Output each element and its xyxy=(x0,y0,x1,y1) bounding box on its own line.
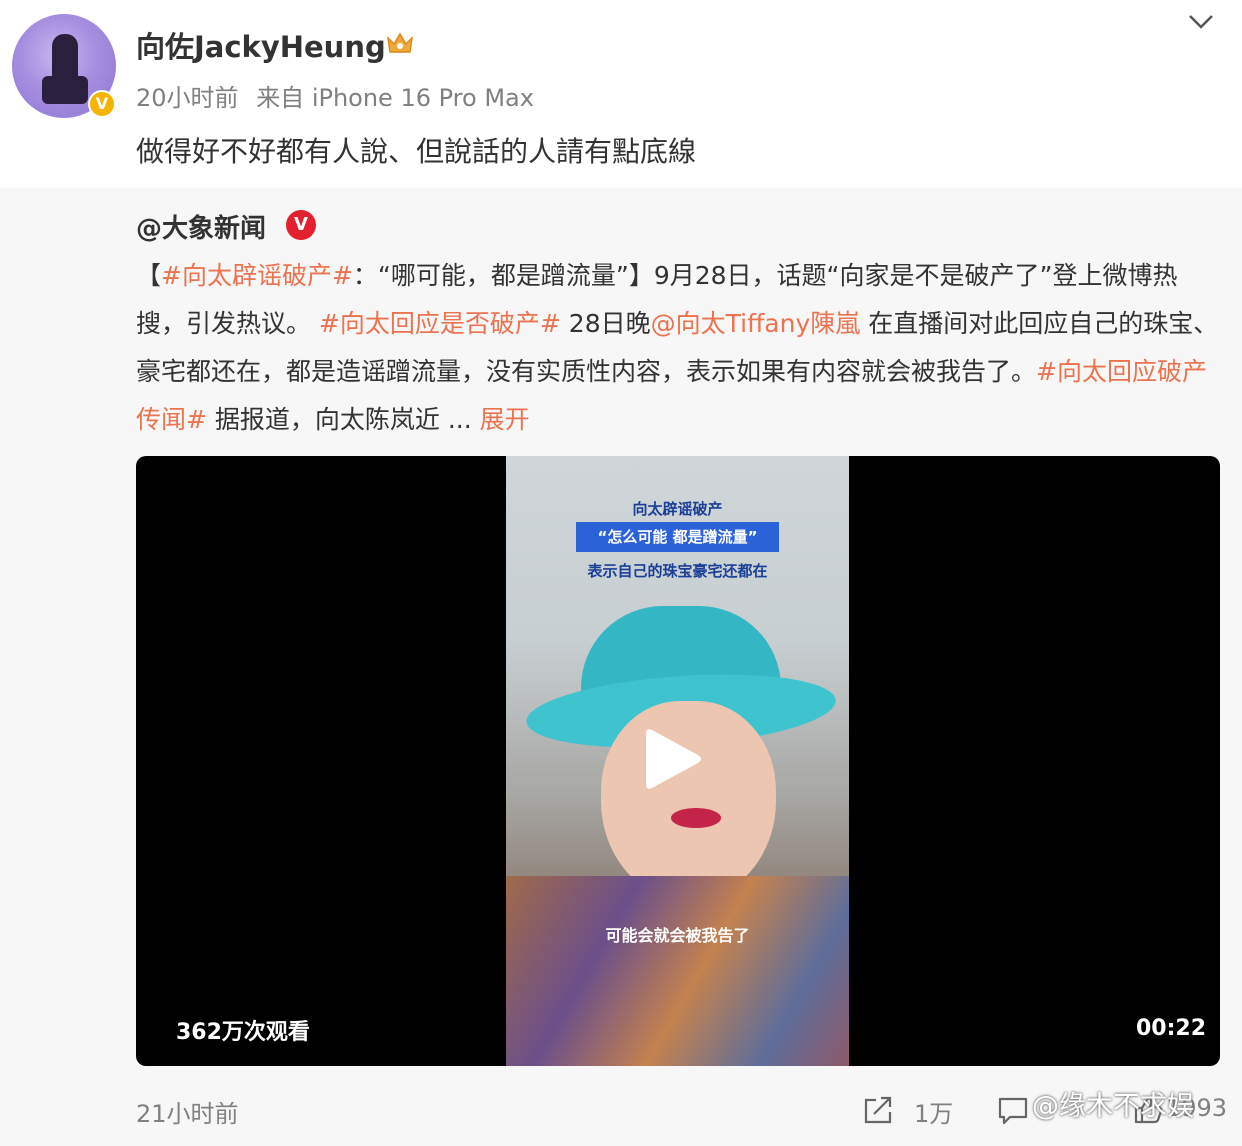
post-time: 20小时前 xyxy=(136,84,239,112)
chevron-down-icon[interactable] xyxy=(1186,10,1216,34)
video-subtitle: 可能会就会被我告了 xyxy=(605,926,750,945)
body-text: 据报道，向太陈岚近 ... xyxy=(206,405,480,434)
repost-card: @大象新闻 V 【#向太辟谣破产#：“哪可能，都是蹭流量”】9月28日，话题“向… xyxy=(0,188,1242,1146)
body-bracket: 【 xyxy=(136,261,162,290)
video-caption-quote: “怎么可能 都是蹭流量” xyxy=(576,522,779,552)
expand-link[interactable]: 展开 xyxy=(480,405,530,434)
repost-time: 21小时前 xyxy=(136,1100,239,1128)
share-count: 1万 xyxy=(914,1100,954,1128)
crown-icon xyxy=(386,32,414,53)
post-text: 做得好不好都有人說、但說話的人請有點底線 xyxy=(136,135,697,168)
play-icon[interactable] xyxy=(640,724,704,794)
video-dress xyxy=(506,876,849,1066)
share-icon[interactable] xyxy=(862,1094,894,1126)
mention-link[interactable]: @向太Tiffany陳嵐 xyxy=(651,309,861,338)
video-duration: 00:22 xyxy=(1136,1016,1207,1041)
video-caption-sub: 表示自己的珠宝豪宅还都在 xyxy=(587,562,768,580)
video-views: 362万次观看 xyxy=(176,1020,310,1045)
hashtag-link[interactable]: #向太辟谣破产# xyxy=(161,261,353,290)
video-caption-title: 向太辟谣破产 xyxy=(632,500,723,518)
red-v-badge-icon: V xyxy=(286,210,316,240)
body-text: 28日晚 xyxy=(560,309,651,338)
repost-source-name[interactable]: @大象新闻 xyxy=(136,208,266,245)
hashtag-link[interactable]: #向太回应是否破产# xyxy=(319,309,561,338)
repost-body: 【#向太辟谣破产#：“哪可能，都是蹭流量”】9月28日，话题“向家是不是破产了”… xyxy=(136,252,1222,444)
post-meta: 20小时前 来自 iPhone 16 Pro Max xyxy=(136,78,534,113)
video-lips xyxy=(671,808,721,828)
comment-icon[interactable] xyxy=(996,1094,1030,1126)
video-player[interactable]: 向太辟谣破产 “怎么可能 都是蹭流量” 表示自己的珠宝豪宅还都在 可能会就会被我… xyxy=(136,456,1220,1066)
gold-v-badge-icon: V xyxy=(88,90,116,118)
avatar-figure-base xyxy=(42,76,88,104)
weibo-post: V 向佐JackyHeung 20小时前 来自 iPhone 16 Pro Ma… xyxy=(0,0,1242,188)
watermark: @缘木不求娱 xyxy=(1032,1091,1194,1122)
username[interactable]: 向佐JackyHeung xyxy=(136,24,386,66)
post-source: 来自 iPhone 16 Pro Max xyxy=(256,84,534,112)
